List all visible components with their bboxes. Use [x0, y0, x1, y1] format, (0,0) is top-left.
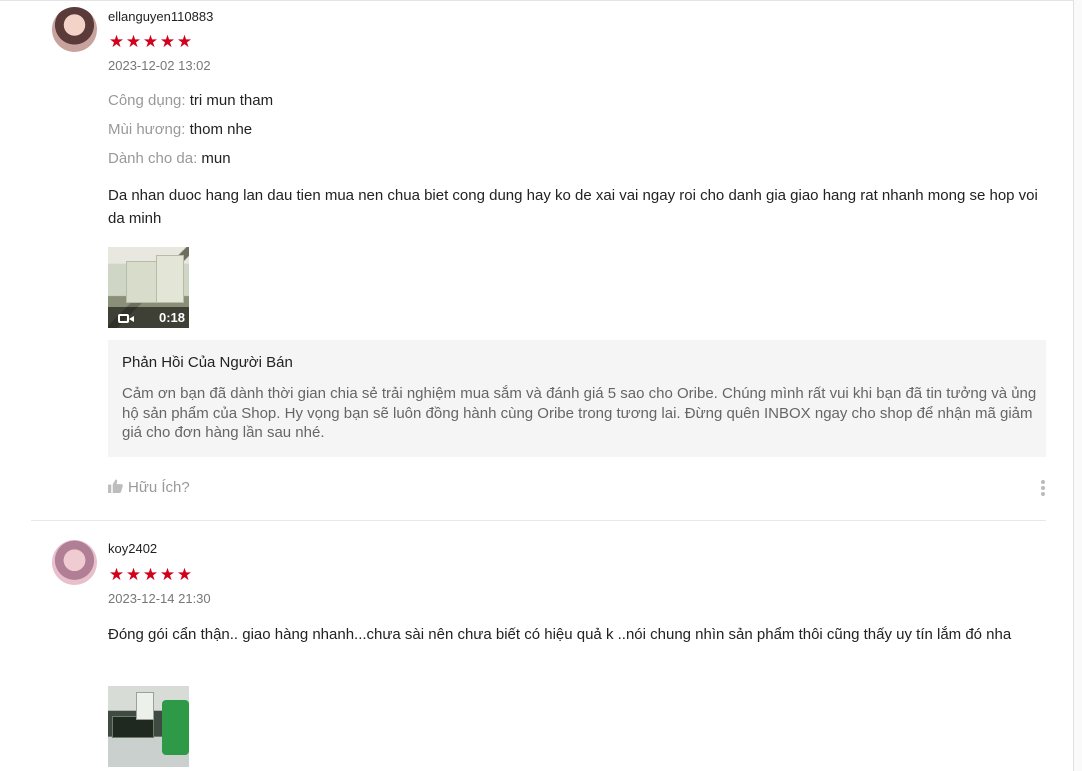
review-text: Da nhan duoc hang lan dau tien mua nen c… [108, 187, 1038, 227]
review-item: ellanguyen110883 ★ ★ ★ ★ ★ 2023-12-02 13:02 … [0, 0, 1074, 520]
review-date: 2023-12-02 13:02 [108, 58, 211, 73]
review-video-thumbnail[interactable]: 0:18 [108, 247, 189, 328]
star-icon: ★ [125, 32, 142, 51]
star-icon: ★ [142, 32, 159, 51]
star-icon: ★ [176, 565, 193, 584]
video-overlay: 0:18 [108, 307, 189, 328]
helpful-label: Hữu Ích? [128, 479, 190, 496]
attribute-row: Dành cho da: mun [108, 150, 231, 167]
seller-reply-title: Phản Hồi Của Người Bán [122, 354, 293, 371]
username: koy2402 [108, 541, 158, 556]
scrollbar-track[interactable] [1073, 0, 1082, 771]
attribute-value: mun [201, 150, 231, 167]
attribute-key: Mùi hương: [108, 121, 186, 138]
star-icon: ★ [108, 565, 125, 584]
more-options-icon[interactable] [1037, 477, 1049, 499]
attribute-value: thom nhe [189, 121, 253, 138]
thumbs-up-icon [108, 479, 123, 493]
video-camera-icon [118, 314, 134, 323]
star-icon: ★ [108, 32, 125, 51]
review-divider [31, 520, 1046, 521]
seller-reply-text: Cảm ơn bạn đã dành thời gian chia sẻ trả… [122, 385, 1037, 441]
attribute-value: tri mun tham [189, 92, 274, 109]
attribute-row: Công dụng: tri mun tham [108, 92, 273, 109]
star-icon: ★ [142, 565, 159, 584]
attribute-key: Dành cho da: [108, 150, 198, 167]
video-duration: 0:18 [158, 310, 185, 325]
product-box [156, 255, 184, 303]
review-text: Đóng gói cẩn thận.. giao hàng nhanh...ch… [108, 626, 1012, 643]
shopping-bag [162, 700, 189, 755]
attribute-key: Công dụng: [108, 92, 186, 109]
avatar[interactable] [52, 540, 97, 585]
star-icon: ★ [125, 565, 142, 584]
review-image-thumbnail[interactable] [108, 686, 189, 767]
seller-reply: Phản Hồi Của Người Bán Cảm ơn bạn đã dàn… [108, 340, 1046, 457]
helpful-button[interactable]: Hữu Ích? [108, 479, 190, 496]
attribute-row: Mùi hương: thom nhe [108, 121, 252, 138]
star-icon: ★ [159, 565, 176, 584]
star-icon: ★ [176, 32, 193, 51]
review-item: koy2402 ★ ★ ★ ★ ★ 2023-12-14 21:30 Đóng gói … [0, 522, 1074, 771]
star-icon: ★ [159, 32, 176, 51]
product-box [136, 692, 154, 720]
username: ellanguyen110883 [108, 9, 214, 24]
rating-stars: ★ ★ ★ ★ ★ [108, 33, 193, 50]
avatar[interactable] [52, 7, 97, 52]
rating-stars: ★ ★ ★ ★ ★ [108, 566, 193, 583]
review-date: 2023-12-14 21:30 [108, 591, 211, 606]
